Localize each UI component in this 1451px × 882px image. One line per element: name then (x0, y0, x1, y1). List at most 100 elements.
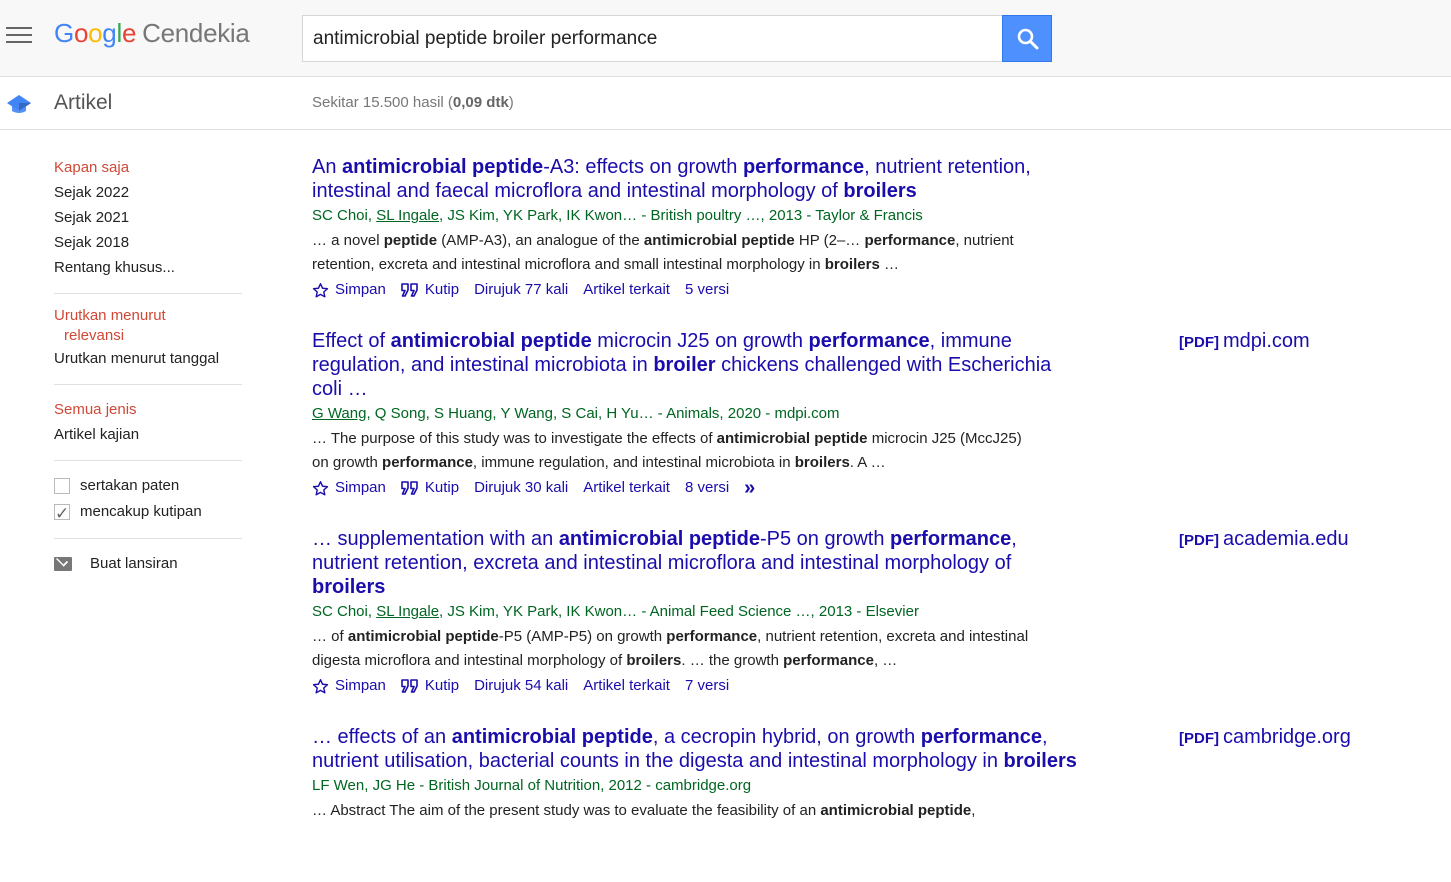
snippet-text: . … the growth (681, 652, 784, 669)
logo-suffix: Cendekia (142, 18, 250, 48)
result-title-link[interactable]: Effect of antimicrobial peptide microcin… (312, 329, 1082, 401)
highlighted-term: broilers (312, 576, 386, 598)
snippet-text: (AMP-A3), an analogue of the (437, 232, 644, 249)
save-button[interactable]: Simpan (312, 279, 386, 301)
related-articles-link[interactable]: Artikel terkait (583, 279, 670, 301)
time-filter-2021[interactable]: Sejak 2021 (54, 205, 244, 230)
star-icon (312, 282, 329, 298)
result-actions: Simpan Kutip Dirujuk 30 kali Artikel terkai… (312, 477, 1432, 499)
title-text: … supplementation with an (312, 528, 559, 550)
snippet-text: … (879, 256, 899, 273)
author-link[interactable]: SL Ingale (376, 603, 439, 620)
title-text: -P5 on growth (759, 528, 891, 550)
highlighted-term: broilers (1003, 750, 1077, 772)
search-input[interactable] (302, 15, 1003, 62)
versions-link[interactable]: 5 versi (685, 279, 729, 301)
stats-suffix: ) (508, 94, 514, 111)
highlighted-term: antimicrobial peptide (716, 430, 868, 447)
pdf-domain: academia.edu (1223, 528, 1349, 550)
title-text: , a cecropin hybrid, on growth (652, 726, 921, 748)
time-filter-2022[interactable]: Sejak 2022 (54, 180, 244, 205)
checkbox-box[interactable]: ✓ (54, 504, 70, 523)
result-snippet: … of antimicrobial peptide-P5 (AMP-P5) o… (312, 625, 1032, 673)
result-title-link[interactable]: … supplementation with an antimicrobial … (312, 527, 1082, 599)
author-link[interactable]: G Wang (312, 405, 366, 422)
cited-by-link[interactable]: Dirujuk 30 kali (474, 477, 568, 499)
result-title-link[interactable]: … effects of an antimicrobial peptide, a… (312, 725, 1082, 773)
meta-text: , JS Kim, YK Park, IK Kwon… - Animal Fee… (439, 603, 919, 620)
highlighted-term: antimicrobial peptide (390, 330, 592, 352)
sort-relevance-line2[interactable]: relevansi (54, 326, 244, 346)
divider (54, 460, 242, 461)
logo[interactable]: Google Cendekia (54, 18, 250, 49)
logo-letter: o (88, 18, 103, 48)
highlighted-term: antimicrobial peptide (643, 232, 795, 249)
include-citations-checkbox[interactable]: ✓ mencakup kutipan (54, 499, 244, 525)
highlighted-term: antimicrobial peptide (820, 802, 972, 819)
highlighted-term: broilers (626, 652, 682, 669)
time-filter-2018[interactable]: Sejak 2018 (54, 230, 244, 255)
highlighted-term: performance (382, 454, 473, 471)
pdf-domain: mdpi.com (1223, 330, 1310, 352)
cite-button[interactable]: Kutip (401, 279, 459, 301)
time-filter-any[interactable]: Kapan saja (54, 155, 244, 180)
highlighted-term: antimicrobial peptide (558, 528, 760, 550)
sort-by-date[interactable]: Urutkan menurut tanggal (54, 346, 244, 371)
stats-prefix: Sekitar 15.500 hasil ( (312, 94, 453, 111)
cite-label: Kutip (424, 281, 460, 298)
type-filter-all[interactable]: Semua jenis (54, 397, 244, 422)
author-link[interactable]: SL Ingale (376, 207, 439, 224)
logo-letter: G (54, 18, 74, 48)
menu-icon[interactable] (6, 27, 32, 45)
checkbox-box[interactable] (54, 478, 70, 494)
snippet-text: , (971, 802, 976, 819)
result-stats: Sekitar 15.500 hasil (0,09 dtk) (312, 94, 514, 111)
result-authors: SC Choi, SL Ingale, JS Kim, YK Park, IK … (312, 206, 1432, 226)
related-articles-link[interactable]: Artikel terkait (583, 675, 670, 697)
versions-link[interactable]: 7 versi (685, 675, 729, 697)
result-title-link[interactable]: An antimicrobial peptide-A3: effects on … (312, 155, 1082, 203)
save-button[interactable]: Simpan (312, 675, 386, 697)
graduation-cap-icon (7, 95, 31, 113)
include-patents-checkbox[interactable]: sertakan paten (54, 473, 244, 499)
create-alert-button[interactable]: Buat lansiran (54, 551, 244, 577)
highlighted-term: performance (920, 726, 1042, 748)
more-icon[interactable]: » (744, 477, 755, 499)
time-filter-custom[interactable]: Rentang khusus... (54, 255, 244, 280)
save-button[interactable]: Simpan (312, 477, 386, 499)
highlighted-term: antimicrobial peptide (342, 156, 544, 178)
result-item: … supplementation with an antimicrobial … (312, 527, 1432, 697)
save-label: Simpan (335, 479, 386, 496)
divider (54, 538, 242, 539)
logo-letter: o (73, 18, 89, 48)
search-button[interactable] (1002, 15, 1052, 62)
title-text: … effects of an (312, 726, 452, 748)
search-icon (1017, 28, 1039, 50)
result-item: … effects of an antimicrobial peptide , a… (312, 725, 1432, 823)
pdf-link[interactable]: [PDF] cambridge.org (1179, 725, 1351, 751)
cited-by-link[interactable]: Dirujuk 77 kali (474, 279, 568, 301)
section-title: Artikel (54, 91, 113, 114)
sort-relevance-line1[interactable]: Urutkan menurut (54, 306, 244, 326)
type-filter-review[interactable]: Artikel kajian (54, 422, 244, 447)
result-snippet: … The purpose of this study was to inves… (312, 427, 1032, 475)
pdf-link[interactable]: [PDF] mdpi.com (1179, 329, 1310, 355)
cited-by-link[interactable]: Dirujuk 54 kali (474, 675, 568, 697)
pdf-link[interactable]: [PDF] academia.edu (1179, 527, 1349, 553)
star-icon (312, 678, 329, 694)
snippet-text: … The purpose of this study was to inves… (312, 430, 717, 447)
pdf-domain: cambridge.org (1223, 726, 1351, 748)
pdf-tag: [PDF] (1179, 532, 1219, 549)
cite-button[interactable]: Kutip (401, 477, 459, 499)
highlighted-term: broilers (843, 180, 917, 202)
meta-text: LF Wen, JG He - British Journal of Nutri… (312, 777, 752, 794)
quote-icon (401, 283, 418, 297)
results-list: An antimicrobial peptide-A3: effects on … (312, 155, 1432, 851)
quote-icon (401, 679, 418, 693)
snippet-text: … a novel (312, 232, 384, 249)
cite-button[interactable]: Kutip (401, 675, 459, 697)
checkmark-icon: ✓ (55, 504, 70, 523)
save-label: Simpan (335, 281, 386, 298)
related-articles-link[interactable]: Artikel terkait (583, 477, 670, 499)
versions-link[interactable]: 8 versi (685, 477, 729, 499)
